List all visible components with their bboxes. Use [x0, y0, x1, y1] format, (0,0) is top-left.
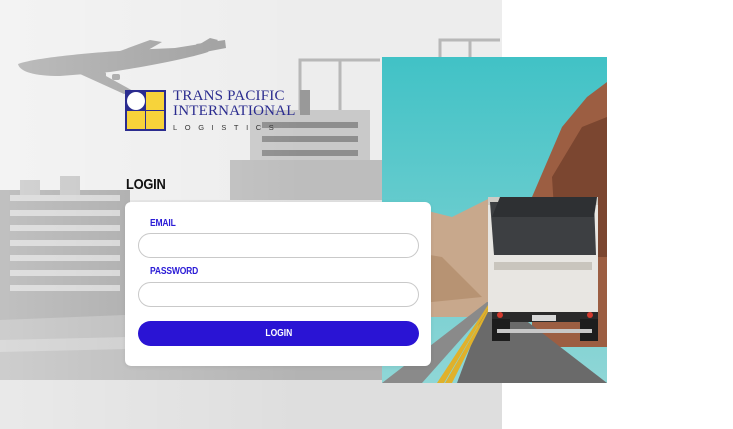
login-card: EMAIL PASSWORD LOGIN — [125, 202, 431, 366]
login-button[interactable]: LOGIN — [138, 321, 419, 346]
company-logo: TRANS PACIFIC INTERNATIONAL LOGISTICS — [125, 88, 300, 134]
logo-line-1: TRANS PACIFIC — [173, 88, 285, 104]
logo-mark-icon — [125, 90, 166, 131]
password-label: PASSWORD — [150, 266, 199, 277]
logo-text: TRANS PACIFIC INTERNATIONAL LOGISTICS — [173, 88, 296, 133]
password-field[interactable] — [138, 282, 419, 307]
email-field[interactable] — [138, 233, 419, 258]
logo-line-2: INTERNATIONAL — [173, 103, 296, 119]
page-title: LOGIN — [126, 176, 166, 193]
email-label: EMAIL — [150, 218, 176, 229]
logo-line-3: LOGISTICS — [173, 123, 282, 132]
login-button-label: LOGIN — [265, 328, 292, 339]
